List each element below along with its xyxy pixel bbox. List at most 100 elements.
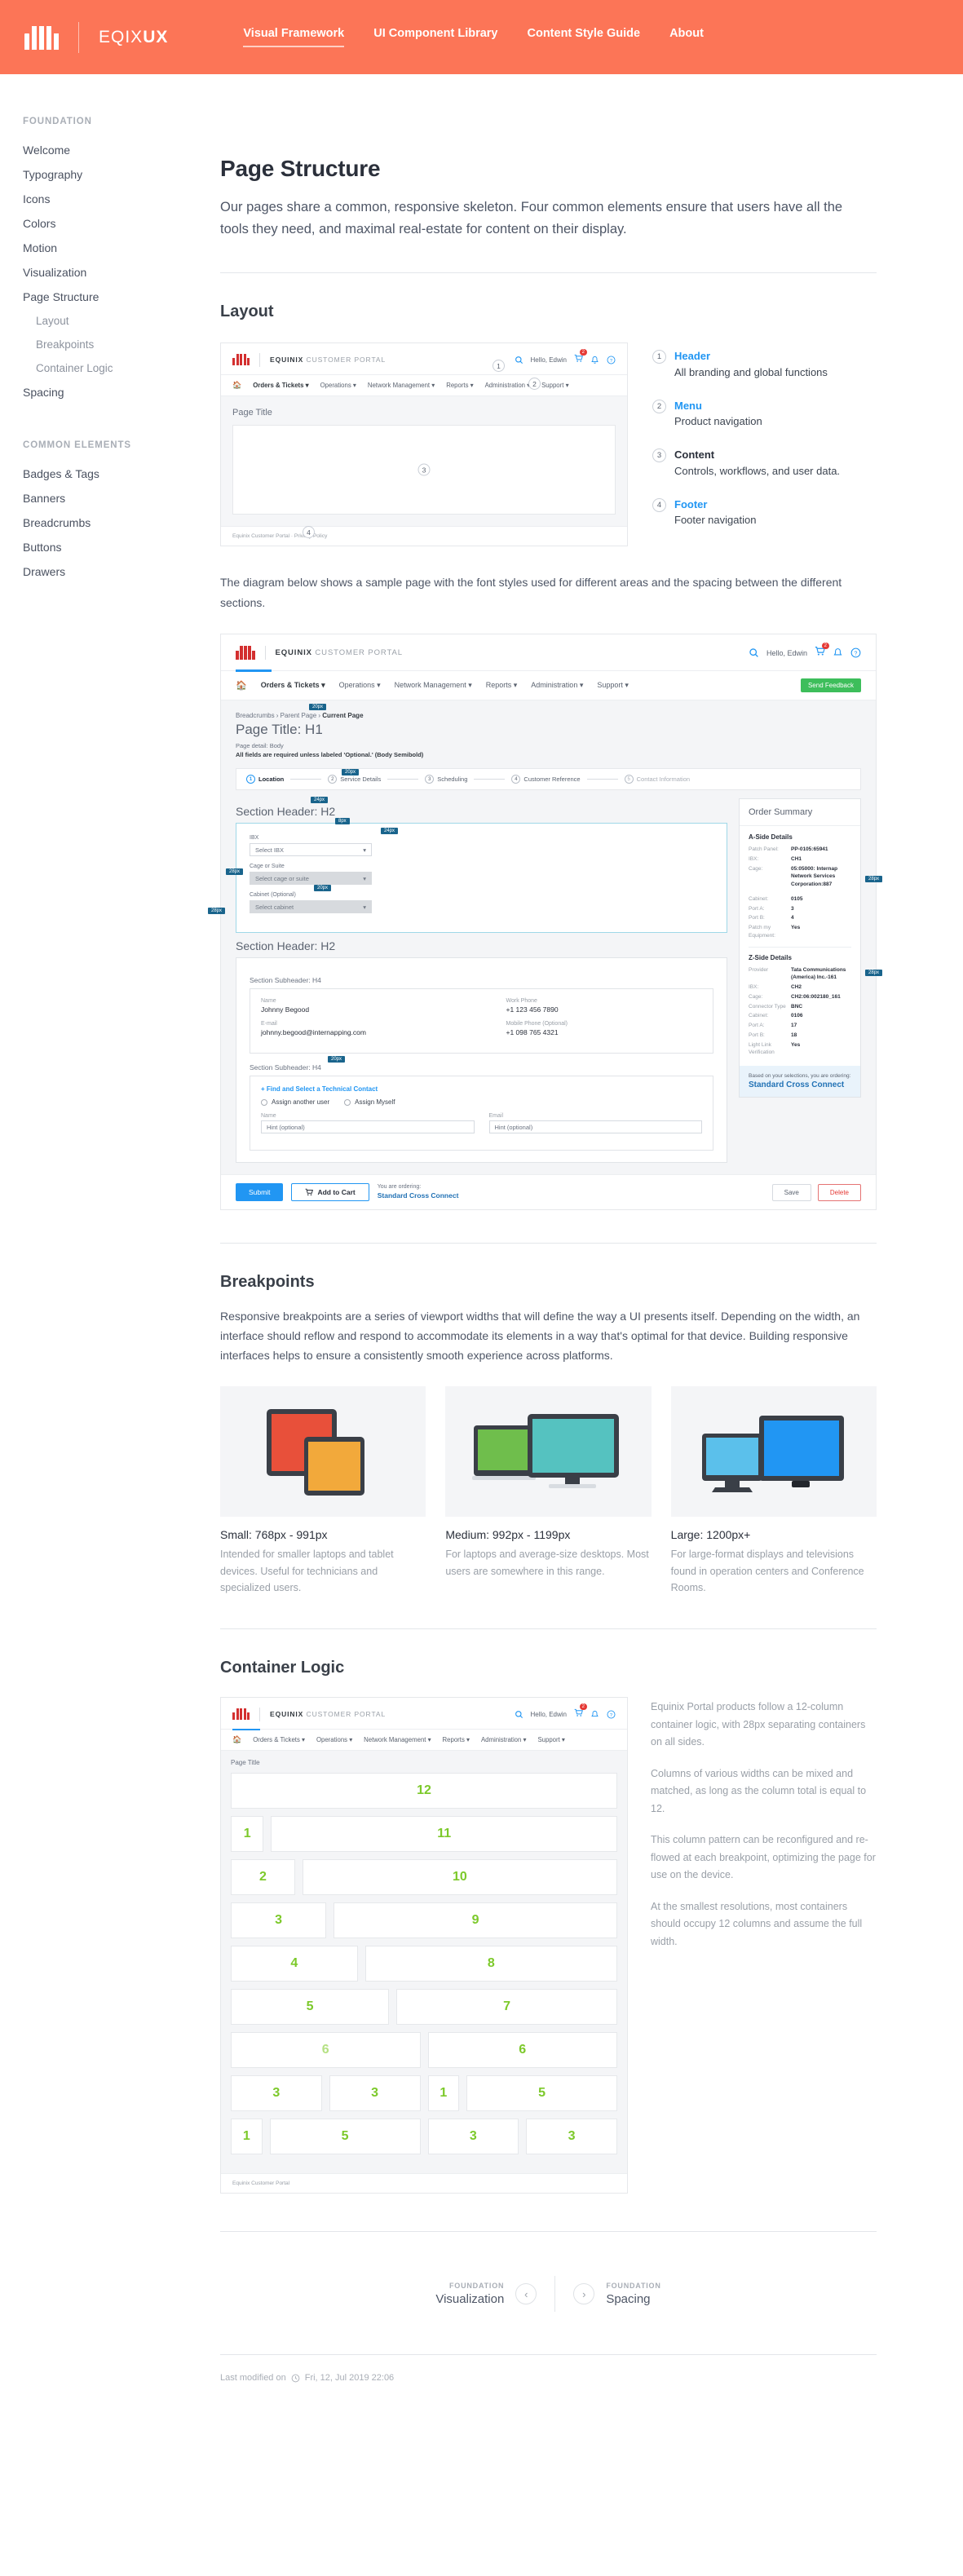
hint-field-label: Name [261,1113,276,1120]
radio-assign-another-user[interactable]: Assign another user [261,1098,329,1106]
menu-administration[interactable]: Administration ▾ [485,382,531,389]
menu-reports[interactable]: Reports ▾ [443,1736,470,1743]
px-tag: 20px [314,885,332,892]
main-content: Page Structure Our pages share a common,… [208,74,963,2415]
menu-operations[interactable]: Operations ▾ [316,1736,352,1743]
sidebar-item-page-structure[interactable]: Page Structure [23,285,220,309]
menu-network-management[interactable]: Network Management ▾ [364,1736,431,1743]
cart-icon[interactable]: 2 [574,349,587,367]
menu-operations[interactable]: Operations ▾ [320,382,356,389]
radio-assign-myself[interactable]: Assign Myself [344,1098,395,1106]
help-icon[interactable]: ? [607,1710,616,1719]
container-logic-figure: EQUINIX CUSTOMER PORTAL Hello, Edwin 2 ?… [220,1697,628,2194]
submit-button[interactable]: Submit [236,1183,284,1202]
figure-footer: Equinix Customer Portal [221,2173,627,2193]
figure-footer: Equinix Customer Portal · Privacy Policy… [221,526,627,546]
nav-ui-component-library[interactable]: UI Component Library [373,27,497,47]
summary-row: Port A: 17 [749,1023,797,1029]
summary-row: Patch Panel: PP-0105:65941 [749,846,828,853]
sidebar-item-icons[interactable]: Icons [23,187,220,211]
px-tag: 28px [208,908,226,915]
nav-content-style-guide[interactable]: Content Style Guide [528,27,641,47]
sidebar-item-breadcrumbs[interactable]: Breadcrumbs [23,510,220,535]
send-feedback-button[interactable]: Send Feedback [800,678,861,692]
name-input[interactable]: Hint (optional) [261,1120,475,1134]
sidebar-item-buttons[interactable]: Buttons [23,535,220,559]
menu-administration[interactable]: Administration ▾ [531,681,583,690]
sidebar-item-badges-tags[interactable]: Badges & Tags [23,462,220,486]
bell-icon[interactable] [590,356,599,365]
ibx-select[interactable]: Select IBX ▾ [250,843,372,857]
legend-item-footer: 4 Footer Footer navigation [652,497,864,528]
step-location[interactable]: 1 Location [246,775,284,784]
sidebar-item-typography[interactable]: Typography [23,162,220,187]
breakpoint-desc: Intended for smaller laptops and tablet … [220,1549,394,1593]
search-icon[interactable] [515,1710,523,1719]
sidebar-item-motion[interactable]: Motion [23,236,220,260]
menu-administration[interactable]: Administration ▾ [481,1736,527,1743]
cart-icon[interactable]: 2 [815,642,829,661]
legend-desc: Controls, workflows, and user data. [674,464,841,477]
menu-reports[interactable]: Reports ▾ [486,681,518,690]
user-greeting[interactable]: Hello, Edwin [531,1711,567,1718]
portal-brand: EQUINIX CUSTOMER PORTAL [275,648,403,658]
home-icon[interactable]: 🏠 [232,381,241,390]
step-customer-reference[interactable]: 4 Customer Reference [511,775,581,784]
menu-orders-tickets[interactable]: Orders & Tickets ▾ [253,1736,305,1743]
equinix-logo-icon[interactable] [24,25,59,50]
menu-network-management[interactable]: Network Management ▾ [395,681,472,690]
save-button[interactable]: Save [771,1183,811,1201]
bell-icon[interactable] [833,647,843,658]
search-icon[interactable] [515,356,523,365]
menu-support[interactable]: Support ▾ [537,1736,564,1743]
cabinet-select[interactable]: Select cabinet ▾ [250,900,372,914]
sidebar-item-breakpoints[interactable]: Breakpoints [23,333,220,356]
menu-operations[interactable]: Operations ▾ [339,681,381,690]
menu-support[interactable]: Support ▾ [597,681,629,690]
search-icon[interactable] [749,647,759,658]
menu-orders-tickets[interactable]: Orders & Tickets ▾ [261,681,325,690]
menu-orders-tickets[interactable]: Orders & Tickets ▾ [253,382,308,389]
grid-row: 1 11 [231,1816,617,1853]
home-icon[interactable]: 🏠 [236,680,247,691]
grid-cell-span-11: 11 [271,1816,617,1853]
pager-next[interactable]: › FOUNDATION Spacing [573,2282,660,2306]
step-service-details[interactable]: 2 Service Details [328,775,381,784]
sidebar-item-visualization[interactable]: Visualization [23,260,220,285]
menu-network-management[interactable]: Network Management ▾ [368,382,435,389]
nav-visual-framework[interactable]: Visual Framework [243,27,345,47]
sidebar-item-welcome[interactable]: Welcome [23,138,220,162]
sidebar-item-container-logic[interactable]: Container Logic [23,356,220,380]
chevron-right-icon[interactable]: › [573,2283,595,2305]
summary-row: Cage: 05:05000: Internap Network Services… [749,865,838,888]
user-greeting[interactable]: Hello, Edwin [531,356,567,364]
help-icon[interactable]: ? [850,647,861,658]
grid-cell-span-6: 6 [231,2032,421,2069]
nav-about[interactable]: About [669,27,704,47]
menu-support[interactable]: Support ▾ [541,382,568,389]
sidebar-item-layout[interactable]: Layout [23,309,220,333]
step-contact-information[interactable]: 5 Contact Information [624,775,690,784]
user-greeting[interactable]: Hello, Edwin [766,649,807,657]
cart-icon[interactable]: 2 [574,1703,587,1721]
chevron-left-icon[interactable]: ‹ [515,2283,537,2305]
help-icon[interactable]: ? [607,356,616,365]
top-header: EQIXUX Visual Framework UI Component Lib… [0,0,963,74]
logo-divider [78,21,79,53]
sidebar-item-banners[interactable]: Banners [23,486,220,510]
contact-grid: Name Johnny Begood E-mail johnny.begood@… [261,998,702,1044]
step-scheduling[interactable]: 3 Scheduling [425,775,467,784]
sidebar-item-drawers[interactable]: Drawers [23,559,220,584]
location-card: IBX Select IBX ▾ Cage or Suite Select cag… [236,823,727,934]
pager-previous[interactable]: FOUNDATION Visualization ‹ [435,2282,537,2306]
home-icon[interactable]: 🏠 [232,1735,241,1744]
bell-icon[interactable] [590,1710,599,1719]
delete-button[interactable]: Delete [817,1183,861,1201]
email-input[interactable]: Hint (optional) [488,1120,702,1134]
find-contact-link[interactable]: + Find and Select a Technical Contact [261,1085,702,1093]
add-to-cart-button[interactable]: Add to Cart [291,1183,369,1202]
sidebar-item-colors[interactable]: Colors [23,211,220,236]
sidebar-item-spacing[interactable]: Spacing [23,380,220,404]
cage-suite-select[interactable]: Select cage or suite ▾ [250,872,372,886]
menu-reports[interactable]: Reports ▾ [446,382,473,389]
